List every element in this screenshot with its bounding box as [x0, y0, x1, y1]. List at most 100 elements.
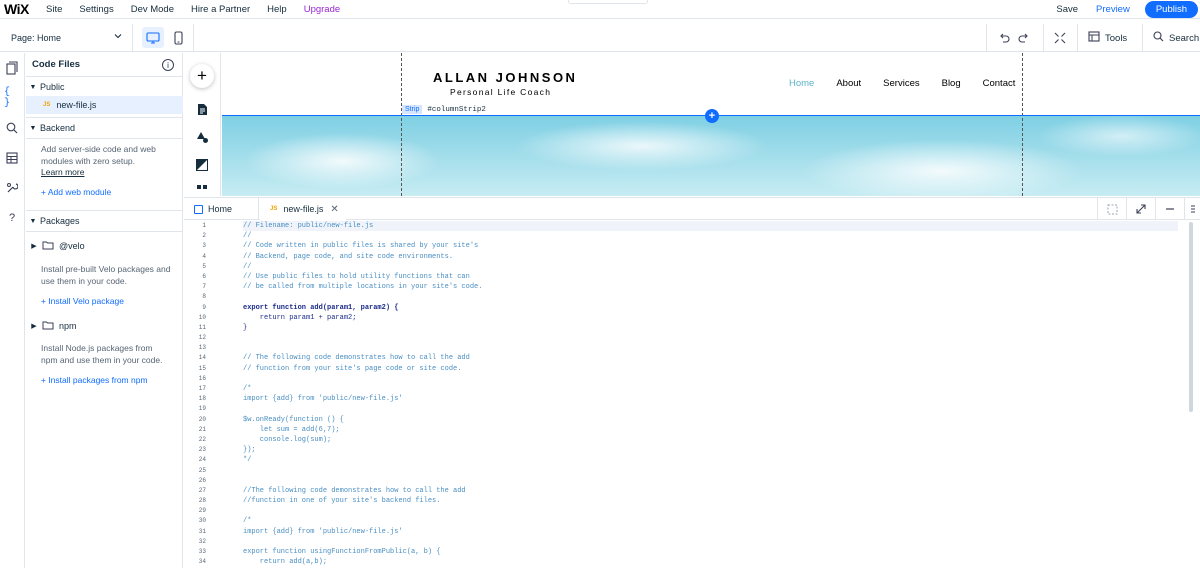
wix-logo[interactable]: WiX	[4, 1, 46, 17]
code-line[interactable]	[243, 466, 1178, 476]
background-icon[interactable]	[194, 157, 210, 173]
site-title[interactable]: ALLAN JOHNSON	[433, 70, 577, 85]
nav-blog[interactable]: Blog	[942, 78, 961, 89]
expand-icon[interactable]	[1126, 198, 1155, 220]
code-line[interactable]: console.log(sum);	[243, 435, 1178, 445]
code-line[interactable]	[243, 292, 1178, 302]
code-line[interactable]: // be called from multiple locations in …	[243, 282, 1178, 292]
section-packages[interactable]: ▼ Packages	[26, 211, 183, 231]
install-npm-packages-link[interactable]: + Install packages from npm	[41, 375, 148, 385]
section-backend-label: Backend	[40, 123, 76, 133]
code-braces-icon[interactable]: { }	[4, 87, 20, 109]
desktop-view-icon[interactable]	[142, 27, 164, 48]
tools-wrench-icon[interactable]	[4, 180, 20, 196]
code-line[interactable]: return add(a,b);	[243, 557, 1178, 567]
code-line[interactable]: return param1 + param2;	[243, 313, 1178, 323]
more-menu-icon[interactable]	[1184, 198, 1200, 220]
line-number: 2	[202, 232, 206, 240]
theme-icon[interactable]	[194, 129, 210, 145]
publish-button[interactable]: Publish	[1144, 1, 1198, 18]
menu-site[interactable]: Site	[46, 4, 62, 15]
code-line[interactable]: /*	[243, 516, 1178, 526]
select-element-icon[interactable]	[1097, 198, 1126, 220]
code-line[interactable]: //	[243, 262, 1178, 272]
code-line[interactable]: });	[243, 445, 1178, 455]
code-line[interactable]: export function usingFunctionFromPublic(…	[243, 547, 1178, 557]
code-line[interactable]: // Use public files to hold utility func…	[243, 272, 1178, 282]
file-item-new-file[interactable]: JS new-file.js	[26, 96, 183, 114]
code-line[interactable]: // Filename: public/new-file.js	[243, 221, 1178, 232]
add-elements-icon[interactable]: +	[190, 64, 214, 88]
sky-strip-background[interactable]	[222, 116, 1200, 196]
code-line[interactable]	[243, 537, 1178, 547]
preview-button[interactable]: Preview	[1096, 4, 1130, 15]
line-number: 27	[198, 486, 206, 494]
pages-icon[interactable]	[4, 60, 20, 76]
add-web-module-link[interactable]: + Add web module	[41, 187, 111, 197]
nav-contact[interactable]: Contact	[983, 78, 1016, 89]
strip-label[interactable]: Strip	[402, 105, 423, 114]
undo-icon[interactable]	[995, 29, 1013, 47]
menu-settings[interactable]: Settings	[79, 4, 113, 15]
code-line[interactable]: //	[243, 231, 1178, 241]
code-line[interactable]	[243, 343, 1178, 353]
top-center-tab[interactable]	[568, 0, 648, 4]
redo-icon[interactable]	[1015, 29, 1033, 47]
help-icon[interactable]: ?	[4, 210, 20, 226]
search-button[interactable]: Search	[1153, 29, 1199, 47]
nav-home[interactable]: Home	[789, 78, 814, 89]
tab-home[interactable]: Home	[184, 198, 259, 220]
menu-help[interactable]: Help	[267, 4, 287, 15]
tools-button[interactable]: Tools	[1088, 29, 1127, 47]
code-line[interactable]: }	[243, 323, 1178, 333]
nav-services[interactable]: Services	[883, 78, 919, 89]
site-canvas[interactable]: ALLAN JOHNSON Personal Life Coach Home A…	[222, 53, 1200, 196]
code-text-area[interactable]: // Filename: public/new-file.js//// Code…	[243, 221, 1178, 568]
code-line[interactable]: import {add} from 'public/new-file.js'	[243, 394, 1178, 404]
search-code-icon[interactable]	[4, 120, 20, 136]
menu-upgrade[interactable]: Upgrade	[304, 4, 340, 15]
add-section-icon[interactable]: +	[705, 109, 719, 123]
save-button[interactable]: Save	[1056, 4, 1078, 15]
code-line[interactable]: $w.onReady(function () {	[243, 415, 1178, 425]
close-tab-icon[interactable]: ✕	[330, 204, 338, 215]
section-public[interactable]: ▼ Public	[26, 77, 183, 97]
code-line[interactable]: // Code written in public files is share…	[243, 241, 1178, 251]
folder-npm[interactable]: ▶ npm	[26, 318, 183, 334]
page-icon[interactable]	[194, 101, 210, 117]
minimize-icon[interactable]	[1155, 198, 1184, 220]
code-line[interactable]	[243, 333, 1178, 343]
tab-new-file[interactable]: JS new-file.js ✕	[260, 198, 346, 220]
code-line[interactable]: // function from your site's page code o…	[243, 364, 1178, 374]
code-line[interactable]: /*	[243, 384, 1178, 394]
code-editor: Home JS new-file.js ✕ 1 2 3 4 5 6 7 8 9 10 11 12 13 1…	[184, 197, 1200, 568]
folder-velo[interactable]: ▶ @velo	[26, 238, 183, 254]
page-selector[interactable]: Page: Home	[0, 24, 133, 51]
menu-hire-partner[interactable]: Hire a Partner	[191, 4, 250, 15]
database-icon[interactable]	[4, 150, 20, 166]
mobile-view-icon[interactable]	[169, 27, 187, 48]
code-line[interactable]	[243, 374, 1178, 384]
code-line[interactable]	[243, 506, 1178, 516]
code-line[interactable]: //The following code demonstrates how to…	[243, 486, 1178, 496]
code-line[interactable]: //function in one of your site's backend…	[243, 496, 1178, 506]
section-backend[interactable]: ▼ Backend	[26, 118, 183, 138]
code-line[interactable]	[243, 404, 1178, 414]
menu-dev-mode[interactable]: Dev Mode	[131, 4, 174, 15]
code-line[interactable]	[243, 476, 1178, 486]
learn-more-link[interactable]: Learn more	[41, 167, 84, 177]
code-line[interactable]: import {add} from 'public/new-file.js'	[243, 527, 1178, 537]
editor-scrollbar[interactable]	[1189, 222, 1193, 412]
site-subtitle[interactable]: Personal Life Coach	[450, 87, 551, 97]
code-line-text: // Use public files to hold utility func…	[243, 272, 470, 281]
code-line[interactable]: // Backend, page code, and site code env…	[243, 252, 1178, 262]
code-line[interactable]: export function add(param1, param2) {	[243, 303, 1178, 313]
zoom-out-icon[interactable]	[1051, 29, 1069, 47]
code-line[interactable]: // The following code demonstrates how t…	[243, 353, 1178, 363]
apps-icon[interactable]	[194, 185, 210, 195]
info-icon[interactable]: i	[162, 59, 174, 71]
code-line[interactable]: */	[243, 455, 1178, 465]
code-line[interactable]: let sum = add(6,7);	[243, 425, 1178, 435]
install-velo-package-link[interactable]: + Install Velo package	[41, 296, 124, 306]
nav-about[interactable]: About	[836, 78, 861, 89]
